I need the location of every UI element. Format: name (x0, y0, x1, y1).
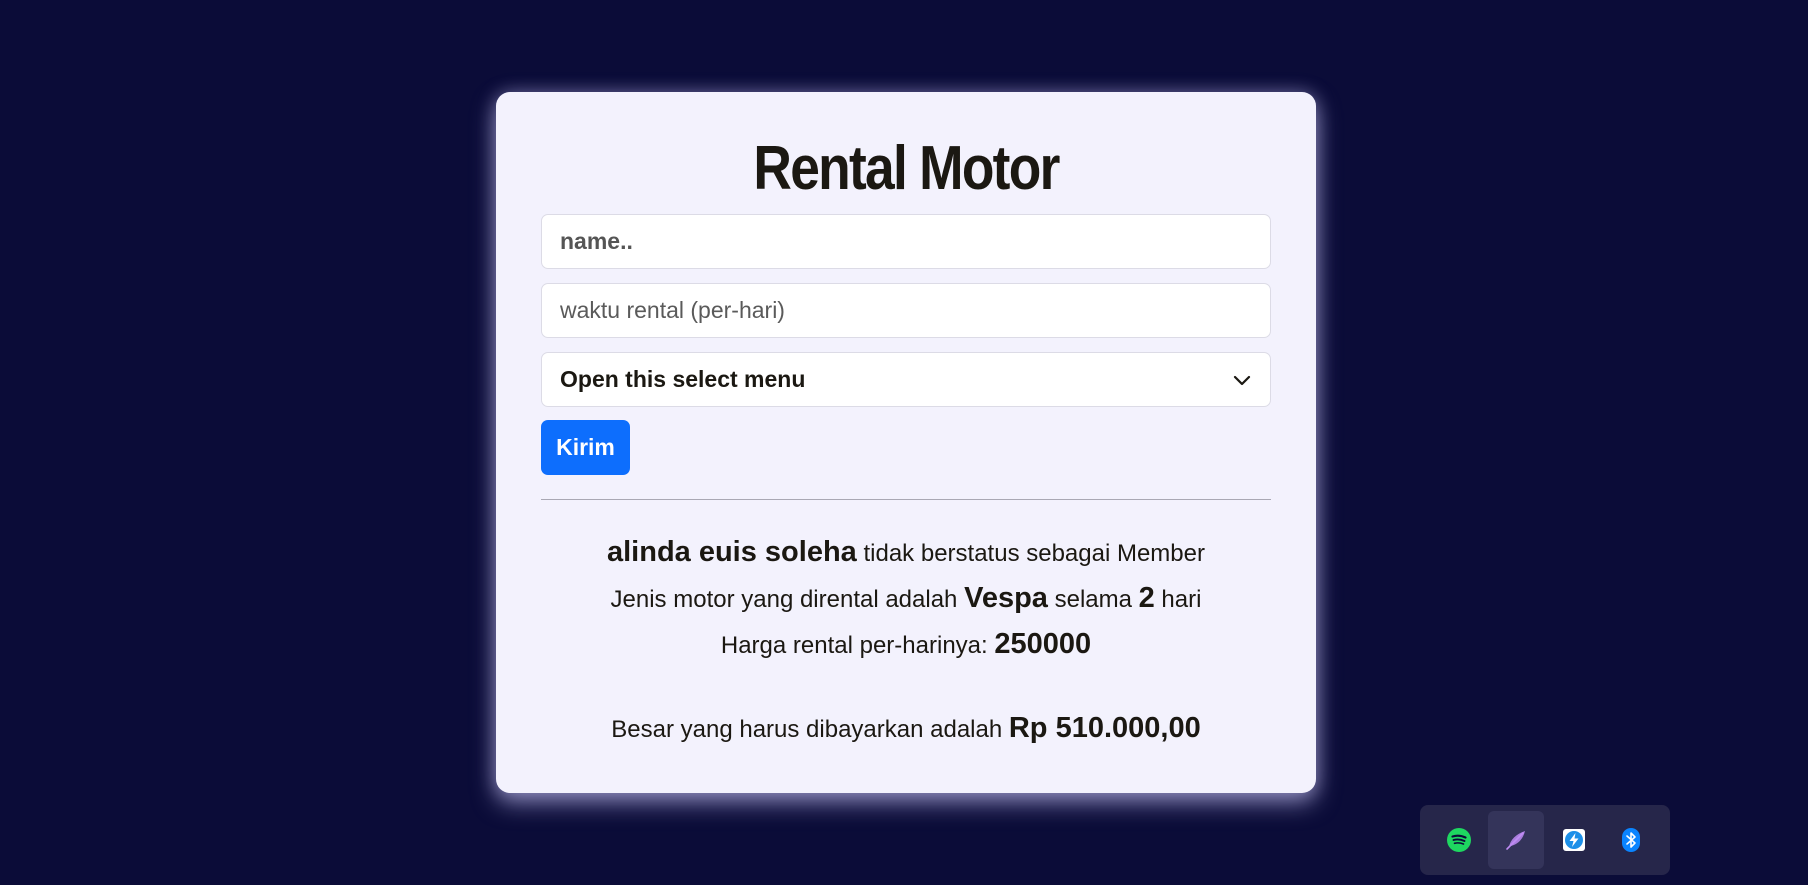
total-line: Besar yang harus dibayarkan adalah Rp 51… (541, 706, 1271, 752)
daily-price: 250000 (994, 628, 1092, 660)
rental-days: 2 (1138, 582, 1155, 614)
price-prefix: Harga rental per-harinya: (720, 632, 995, 659)
member-line: alinda euis soleha tidak berstatus sebag… (541, 530, 1271, 576)
select-value: Open this select menu (560, 366, 806, 392)
total-price: Rp 510.000,00 (1008, 712, 1201, 744)
days-suffix: hari (1154, 586, 1202, 613)
tray-item-lightning[interactable] (1546, 811, 1602, 869)
divider (541, 499, 1271, 500)
result-section: alinda euis soleha tidak berstatus sebag… (541, 530, 1271, 752)
customer-name: alinda euis soleha (606, 536, 857, 568)
duration-input[interactable]: waktu rental (per-hari) (541, 283, 1271, 338)
motor-select[interactable]: Open this select menu (541, 352, 1271, 407)
bluetooth-icon (1622, 828, 1641, 852)
page-title: Rental Motor (753, 134, 1060, 203)
system-tray (1420, 805, 1670, 875)
name-input[interactable]: name.. (541, 214, 1271, 269)
tray-item-bluetooth[interactable] (1603, 811, 1659, 869)
motor-prefix: Jenis motor yang dirental adalah (610, 586, 965, 613)
member-status: tidak berstatus sebagai Member (856, 540, 1205, 567)
tray-item-feather[interactable] (1488, 811, 1545, 869)
duration-placeholder: waktu rental (per-hari) (560, 297, 785, 323)
motor-type: Vespa (964, 582, 1048, 614)
tray-item-spotify[interactable] (1431, 811, 1487, 869)
feather-icon (1506, 831, 1526, 850)
lightning-icon (1562, 829, 1585, 851)
rental-card: Rental Motor name.. waktu rental (per-ha… (496, 92, 1316, 793)
spotify-icon (1446, 828, 1471, 852)
chevron-down-icon (1233, 375, 1251, 385)
submit-button[interactable]: Kirim (541, 420, 630, 475)
motor-line: Jenis motor yang dirental adalah Vespa s… (541, 576, 1271, 622)
duration-prefix: selama (1047, 586, 1139, 613)
total-prefix: Besar yang harus dibayarkan adalah (611, 716, 1009, 743)
name-placeholder: name.. (560, 228, 633, 254)
price-line: Harga rental per-harinya: 250000 (541, 622, 1271, 668)
